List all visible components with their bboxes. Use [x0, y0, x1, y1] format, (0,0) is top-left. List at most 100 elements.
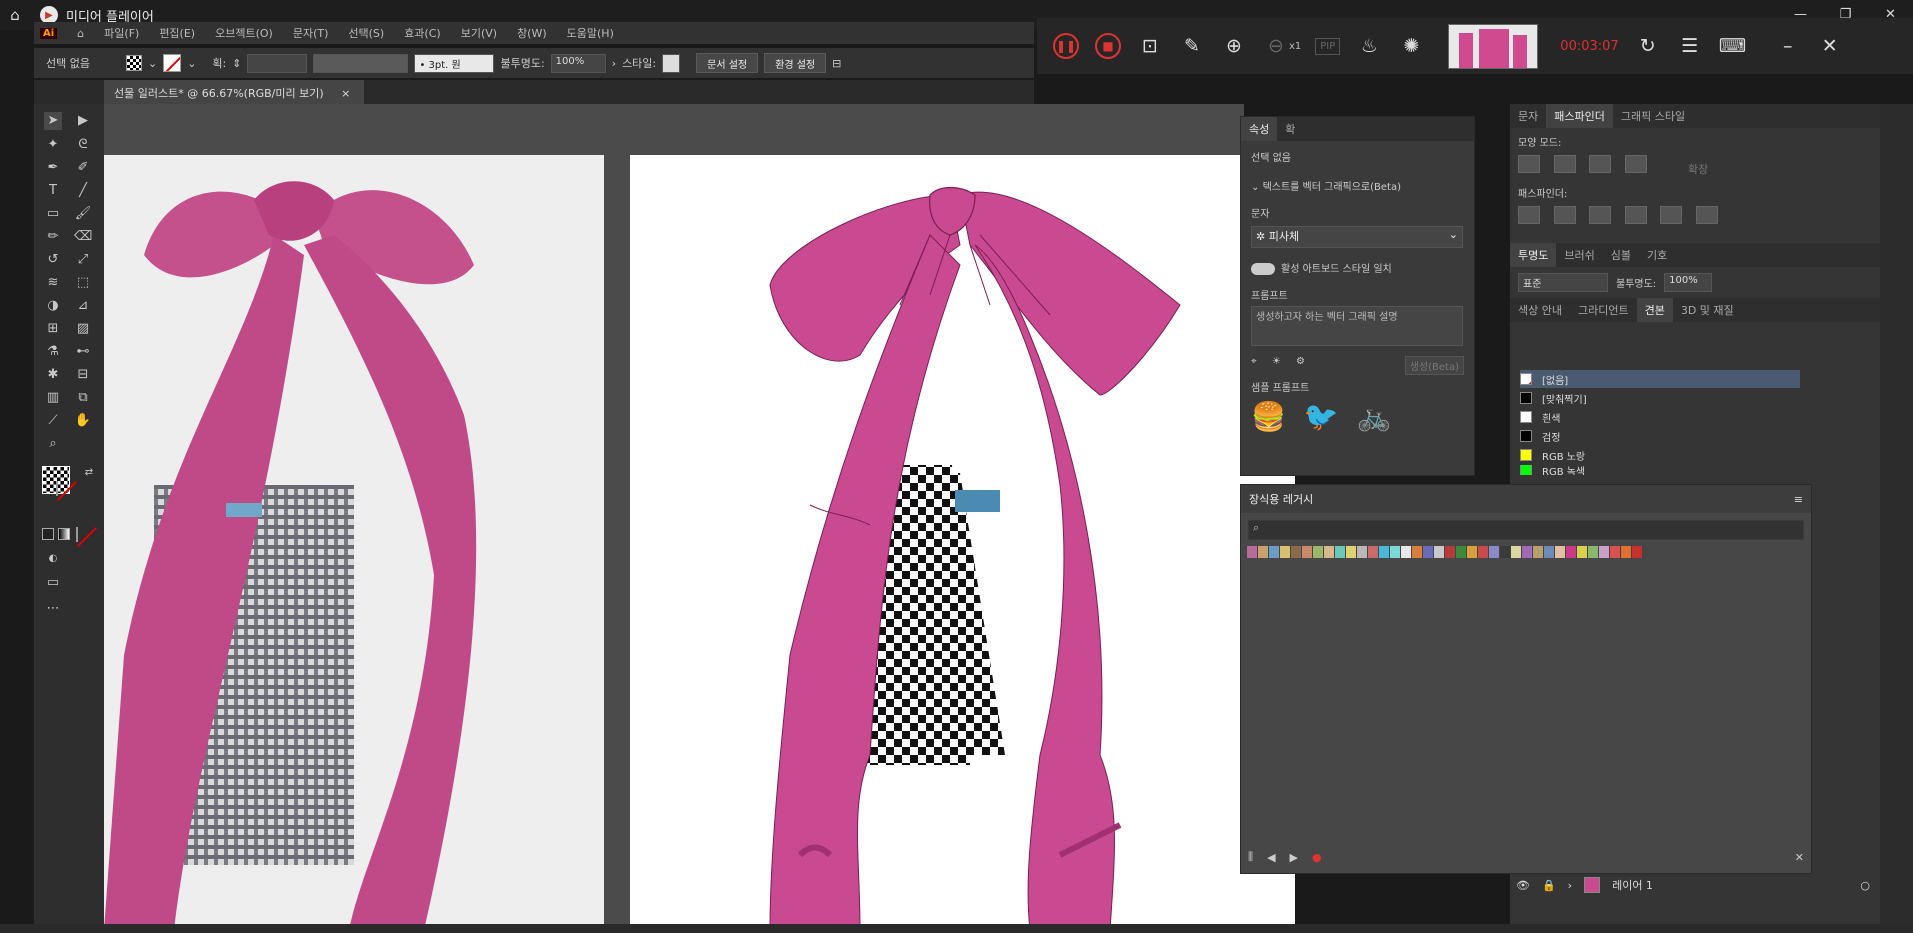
- pattern-swatch[interactable]: [1489, 546, 1500, 558]
- layer-row[interactable]: 👁 🔒 › 레이어 1 ○: [1510, 874, 1880, 896]
- rotate-tool-icon[interactable]: ↺: [44, 251, 62, 269]
- tab-pathfinder[interactable]: 패스파인더: [1546, 104, 1613, 128]
- swatch-white[interactable]: 흰색: [1520, 408, 1800, 426]
- pattern-swatch[interactable]: [1291, 546, 1302, 558]
- target-icon[interactable]: ○: [1860, 879, 1870, 892]
- minus-front-icon[interactable]: [1553, 155, 1576, 173]
- bird-sample-icon[interactable]: 🐦: [1304, 400, 1339, 433]
- perspective-tool-icon[interactable]: ⊿: [74, 297, 92, 315]
- burger-sample-icon[interactable]: 🍔: [1251, 400, 1286, 433]
- pattern-swatch[interactable]: [1335, 546, 1346, 558]
- expand-button[interactable]: 확장: [1688, 163, 1708, 176]
- chevron-right-icon[interactable]: ›: [612, 57, 616, 70]
- pattern-swatch[interactable]: [1280, 546, 1291, 558]
- hand-tool-icon[interactable]: ✋: [74, 412, 92, 430]
- swatch-none[interactable]: [없음]: [1520, 370, 1800, 388]
- type-tool-icon[interactable]: T: [44, 182, 62, 200]
- curvature-tool-icon[interactable]: ✐: [74, 159, 92, 177]
- shape-builder-tool-icon[interactable]: ◑: [44, 297, 62, 315]
- menu-file[interactable]: 파일(F): [104, 25, 139, 41]
- bicycle-sample-icon[interactable]: 🚲: [1357, 400, 1392, 433]
- artboard-tool-icon[interactable]: ⧉: [74, 389, 92, 407]
- line-tool-icon[interactable]: ╱: [74, 182, 92, 200]
- menu-object[interactable]: 오브젝트(O): [215, 25, 273, 41]
- pattern-swatch[interactable]: [1599, 546, 1610, 558]
- pattern-swatch[interactable]: [1555, 546, 1566, 558]
- pattern-swatch[interactable]: [1368, 546, 1379, 558]
- refresh-icon[interactable]: ↻: [1635, 35, 1661, 57]
- pattern-swatch[interactable]: [1533, 546, 1544, 558]
- pencil-tool-icon[interactable]: ✏: [44, 228, 62, 246]
- pattern-swatch[interactable]: [1324, 546, 1335, 558]
- spotlight-icon[interactable]: ✺: [1398, 35, 1424, 57]
- screen-mode-icon[interactable]: ▭: [44, 574, 62, 592]
- style-swatch[interactable]: [662, 53, 681, 73]
- warp-tool-icon[interactable]: ≋: [44, 274, 62, 292]
- pause-record-icon[interactable]: ❚❚: [1053, 33, 1079, 59]
- home-icon[interactable]: ⌂: [77, 27, 84, 40]
- pattern-swatch[interactable]: [1544, 546, 1555, 558]
- preferences-button[interactable]: 환경 설정: [764, 53, 827, 73]
- variable-width-field[interactable]: [313, 53, 409, 73]
- toggle-icon[interactable]: [1251, 263, 1275, 275]
- menu-help[interactable]: 도움말(H): [567, 25, 614, 41]
- transparency-opacity-field[interactable]: 100%: [1664, 273, 1713, 292]
- settings-icon[interactable]: ⚙: [1296, 356, 1305, 367]
- tab-gradient[interactable]: 그라디언트: [1570, 298, 1637, 322]
- document-setup-button[interactable]: 문서 설정: [696, 53, 759, 73]
- recording-thumbnail[interactable]: [1448, 23, 1539, 69]
- home-icon[interactable]: ⌂: [0, 6, 30, 24]
- magic-wand-tool-icon[interactable]: ✦: [44, 136, 62, 154]
- pen-tool-icon[interactable]: ✒: [44, 159, 62, 177]
- tab-brushes[interactable]: 브러쉬: [1556, 243, 1602, 267]
- close-tab-icon[interactable]: ×: [341, 87, 350, 100]
- tab-color-guide[interactable]: 색상 안내: [1510, 298, 1570, 322]
- more-tools-icon[interactable]: ⋯: [44, 600, 62, 618]
- opacity-field[interactable]: 100%: [550, 53, 606, 73]
- pattern-swatch[interactable]: [1390, 546, 1401, 558]
- menu-select[interactable]: 선택(S): [348, 25, 384, 41]
- bucket-icon[interactable]: ♨: [1356, 35, 1382, 57]
- pattern-swatch[interactable]: [1357, 546, 1368, 558]
- pattern-swatch[interactable]: [1258, 546, 1269, 558]
- swatch-rgb-yellow[interactable]: RGB 노랑: [1520, 446, 1800, 464]
- eraser-tool-icon[interactable]: ⌫: [74, 228, 92, 246]
- screenshot-icon[interactable]: ⊡: [1137, 35, 1163, 57]
- zoom-out-icon[interactable]: ⊖: [1263, 35, 1289, 57]
- minus-back-icon[interactable]: [1695, 206, 1718, 224]
- swatch-rgb-green[interactable]: RGB 녹색: [1520, 465, 1800, 475]
- document-tab[interactable]: 선물 일러스트* @ 66.67%(RGB/미리 보기) ×: [104, 80, 364, 104]
- tab-other[interactable]: 확: [1277, 117, 1303, 141]
- trim-icon[interactable]: [1553, 206, 1576, 224]
- pattern-swatch[interactable]: [1269, 546, 1280, 558]
- pattern-swatch[interactable]: [1412, 546, 1423, 558]
- style-picker-icon[interactable]: ⌖: [1251, 356, 1257, 367]
- none-mode-icon[interactable]: [76, 527, 78, 542]
- pattern-swatch[interactable]: [1423, 546, 1434, 558]
- pattern-swatch[interactable]: [1445, 546, 1456, 558]
- pattern-swatch[interactable]: [1434, 546, 1445, 558]
- arrange-icon[interactable]: ⊟: [832, 57, 841, 70]
- menu-type[interactable]: 문자(T): [293, 25, 329, 41]
- blend-mode-select[interactable]: 표준: [1518, 273, 1608, 292]
- intersect-icon[interactable]: [1589, 155, 1611, 173]
- stepper-icon[interactable]: ⇕: [232, 57, 241, 70]
- chevron-down-icon[interactable]: ⌄: [187, 57, 196, 70]
- library-menu-icon[interactable]: ⫼: [1248, 850, 1253, 864]
- selection-tool-icon[interactable]: ➤: [44, 112, 62, 130]
- swatch-black[interactable]: 검정: [1520, 427, 1800, 445]
- paintbrush-tool-icon[interactable]: 🖌: [74, 205, 92, 223]
- text-to-vector-section[interactable]: ⌄ 텍스트를 벡터 그래픽으로(Beta): [1251, 178, 1464, 193]
- minimize-recorder-icon[interactable]: –: [1775, 35, 1801, 57]
- tab-graphic-styles[interactable]: 그래픽 스타일: [1613, 104, 1693, 128]
- scale-tool-icon[interactable]: ⤢: [74, 251, 92, 269]
- pattern-swatch[interactable]: [1566, 546, 1577, 558]
- zoom-tool-icon[interactable]: ⌕: [44, 435, 62, 453]
- draw-mode-icon[interactable]: ◐: [44, 550, 62, 568]
- next-library-icon[interactable]: ▶: [1290, 851, 1298, 864]
- visibility-eye-icon[interactable]: 👁: [1516, 879, 1530, 892]
- reference-photo[interactable]: [104, 155, 604, 930]
- column-graph-tool-icon[interactable]: ▥: [44, 389, 62, 407]
- mesh-tool-icon[interactable]: ⊞: [44, 320, 62, 338]
- stop-record-icon[interactable]: ■: [1095, 33, 1121, 59]
